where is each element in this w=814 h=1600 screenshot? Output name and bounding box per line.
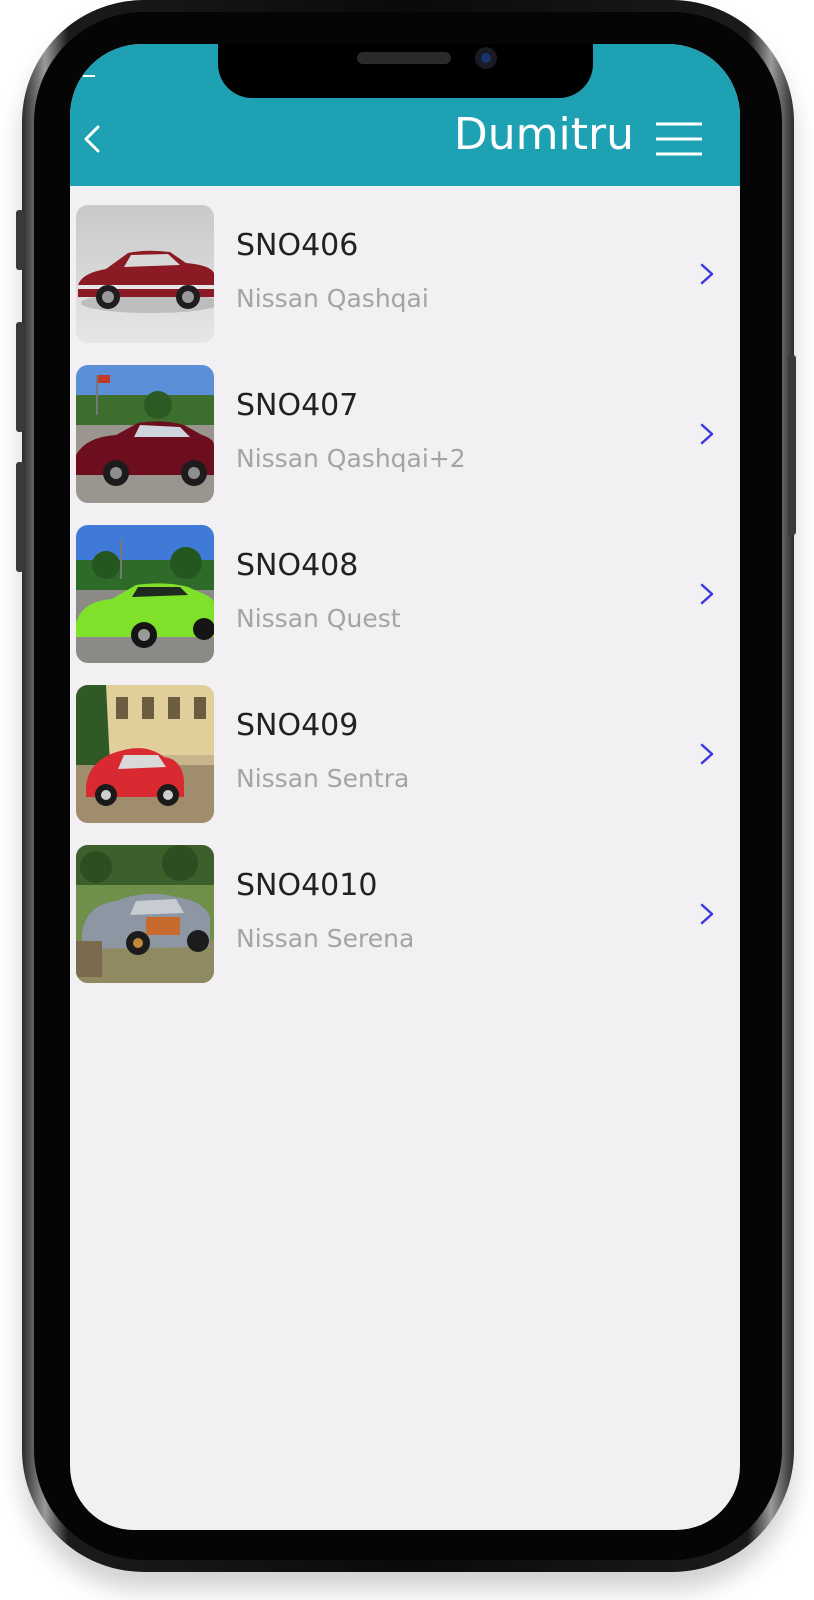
car-photo — [76, 525, 214, 663]
vehicle-model: Nissan Quest — [236, 604, 401, 633]
power-button — [788, 355, 796, 535]
list-item-sno409[interactable]: SNO409 Nissan Sentra — [70, 685, 740, 825]
car-photo — [76, 685, 214, 823]
list-item-sno4010[interactable]: SNO4010 Nissan Serena — [70, 845, 740, 985]
vehicle-model: Nissan Qashqai — [236, 284, 429, 313]
speaker-grille — [357, 52, 451, 64]
volume-up-button — [16, 322, 24, 432]
list-item-sno407[interactable]: SNO407 Nissan Qashqai+2 — [70, 365, 740, 505]
chevron-right-icon — [700, 262, 714, 286]
vehicle-code: SNO4010 — [236, 868, 378, 903]
volume-down-button — [16, 462, 24, 572]
chevron-right-icon — [700, 902, 714, 926]
vehicle-model: Nissan Qashqai+2 — [236, 444, 466, 473]
app-screen: Dumitru SNO406 Nissan Qashqai SNO407 Nis… — [70, 44, 740, 1530]
mute-switch — [16, 210, 24, 270]
vehicle-code: SNO407 — [236, 388, 359, 423]
list-item-sno406[interactable]: SNO406 Nissan Qashqai — [70, 205, 740, 345]
vehicle-code: SNO406 — [236, 228, 359, 263]
chevron-right-icon — [700, 582, 714, 606]
vehicle-code: SNO408 — [236, 548, 359, 583]
vehicle-model: Nissan Serena — [236, 924, 415, 953]
car-photo — [76, 205, 214, 343]
list-item-sno408[interactable]: SNO408 Nissan Quest — [70, 525, 740, 665]
chevron-left-icon[interactable] — [76, 119, 106, 159]
front-camera — [475, 47, 497, 69]
page-title: Dumitru — [453, 109, 634, 160]
status-indicator — [83, 75, 95, 77]
hamburger-menu-icon[interactable] — [655, 121, 703, 157]
vehicle-model: Nissan Sentra — [236, 764, 410, 793]
vehicle-code: SNO409 — [236, 708, 359, 743]
notch — [218, 44, 593, 98]
app-header: Dumitru — [70, 44, 740, 186]
chevron-right-icon — [700, 422, 714, 446]
chevron-right-icon — [700, 742, 714, 766]
car-photo — [76, 365, 214, 503]
car-photo — [76, 845, 214, 983]
